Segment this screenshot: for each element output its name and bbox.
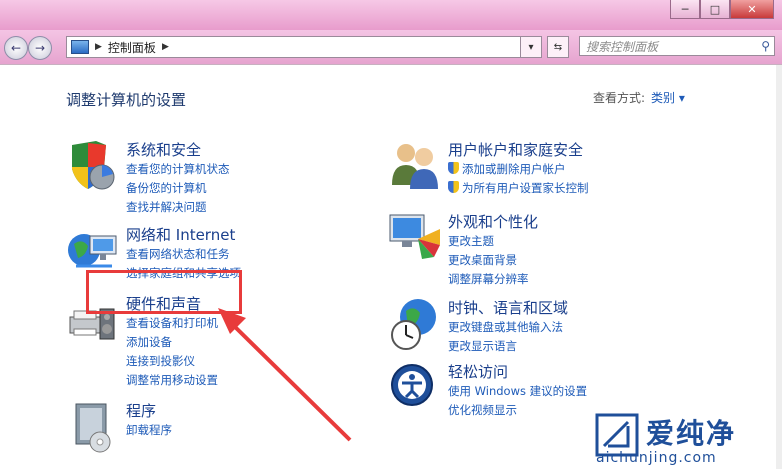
watermark-url: aichunjing.com (596, 450, 717, 466)
annotation-arrow (218, 308, 352, 442)
watermark-text: 爱纯净 (646, 417, 737, 450)
watermark: 爱纯净 aichunjing.com (590, 410, 780, 466)
